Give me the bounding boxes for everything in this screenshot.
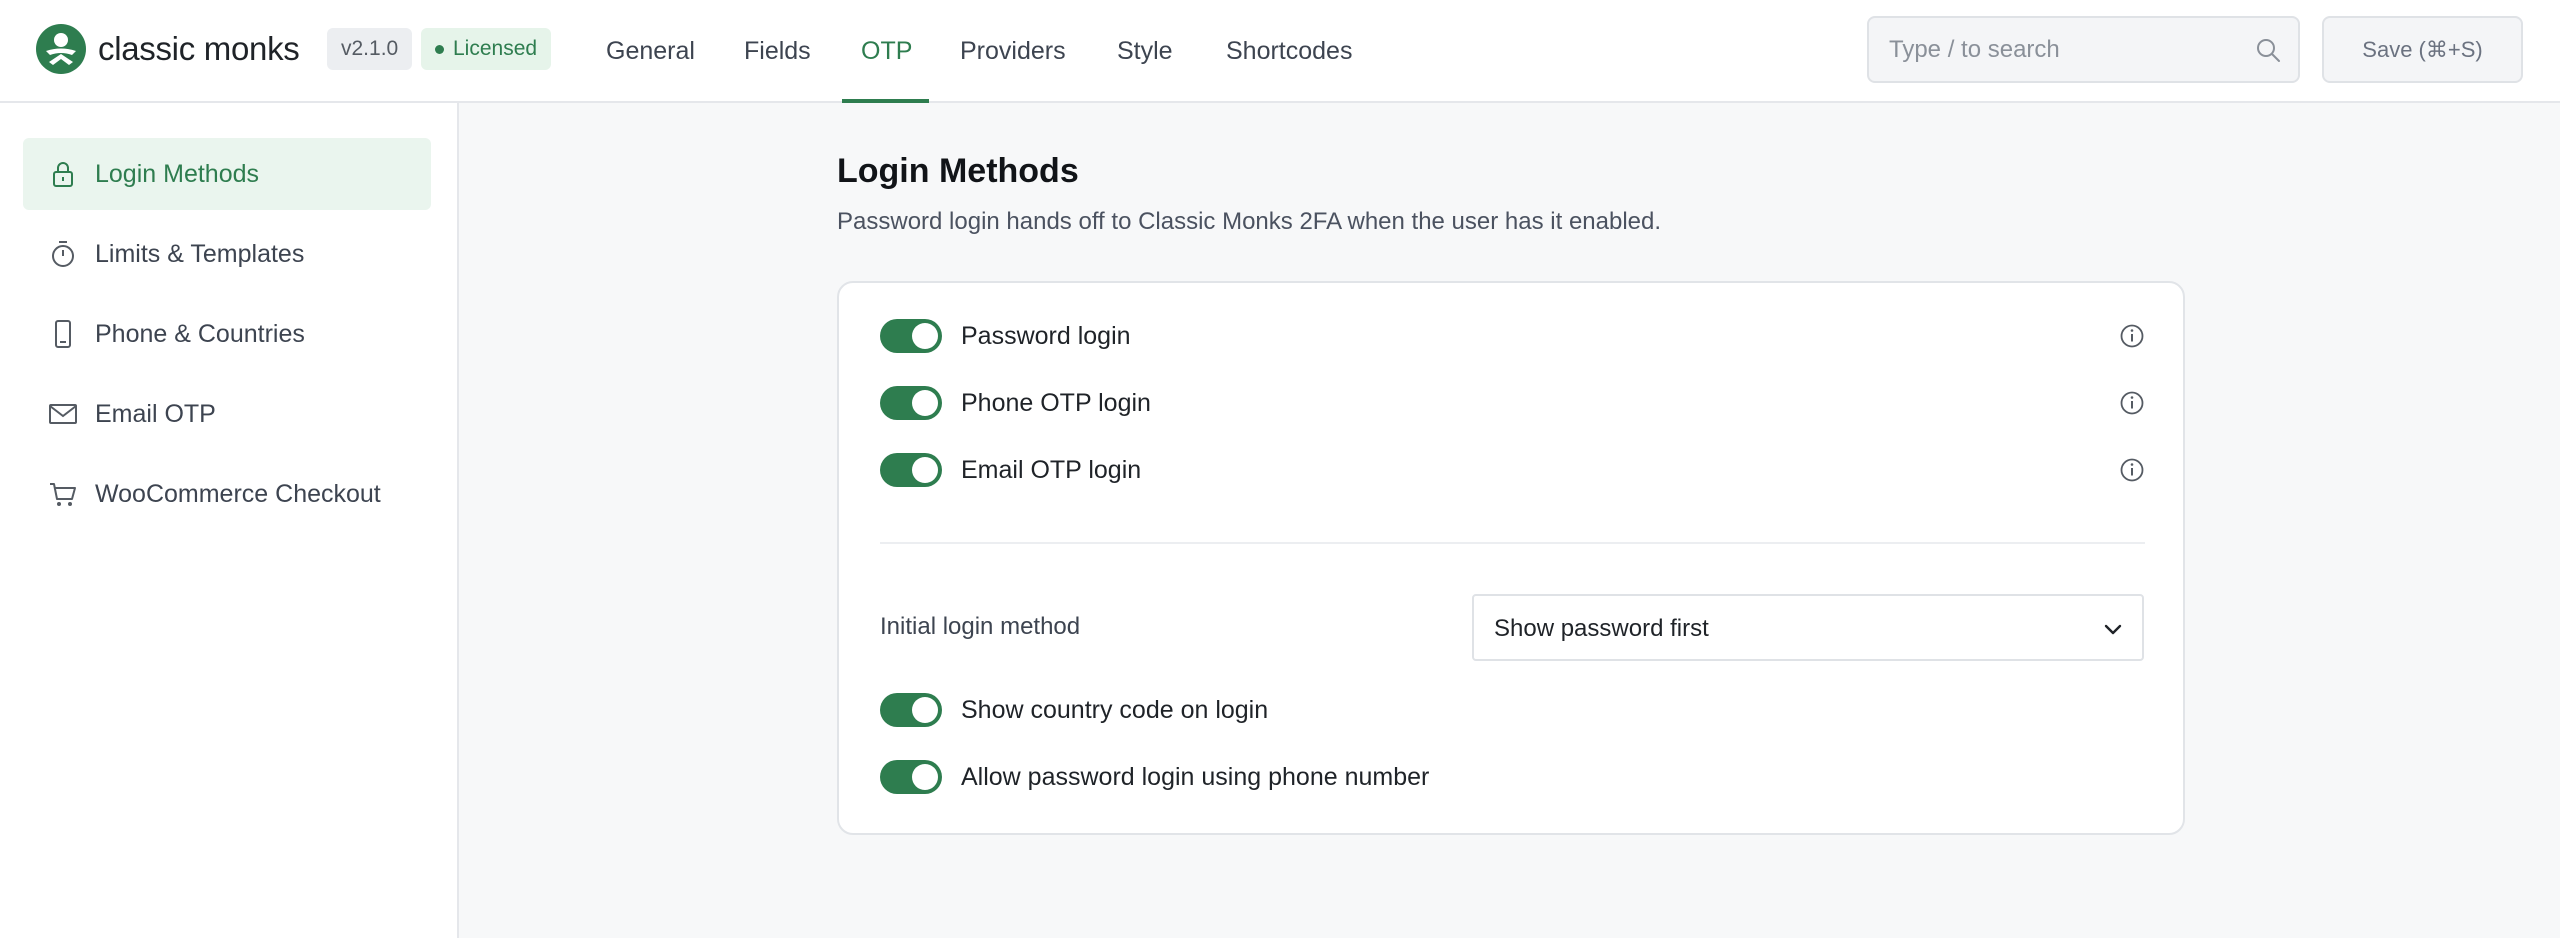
mail-icon [49,404,77,424]
toggle-row-show-country-code: Show country code on login [880,692,1268,728]
sidebar-item-label: WooCommerce Checkout [95,479,381,508]
sidebar-item-label: Email OTP [95,399,216,428]
active-tab-indicator [842,99,929,103]
tab-shortcodes[interactable]: Shortcodes [1226,0,1352,103]
license-badge: Licensed [421,28,552,70]
brand-name: classic monks [98,30,300,67]
search-input[interactable] [1889,18,2249,81]
sidebar: Login Methods Limits & Templates Phone &… [0,103,459,938]
search-box[interactable] [1867,16,2300,83]
sidebar-item-email-otp[interactable]: Email OTP [23,378,431,450]
sidebar-item-label: Login Methods [95,159,260,188]
info-icon[interactable] [2119,323,2145,349]
info-icon[interactable] [2119,390,2145,416]
sidebar-item-limits-templates[interactable]: Limits & Templates [23,218,431,290]
sidebar-item-label: Limits & Templates [95,239,305,268]
tab-otp[interactable]: OTP [861,0,912,103]
show-country-code-toggle[interactable] [880,693,942,727]
login-methods-card: Password login Phone OTP login Email OTP… [837,281,2185,835]
password-login-toggle[interactable] [880,319,942,353]
version-badge: v2.1.0 [327,28,413,70]
section-divider [880,542,2145,544]
sidebar-item-label: Phone & Countries [95,319,305,348]
brand-logo[interactable]: classic monks [36,24,300,74]
toggle-row-phone-otp-login: Phone OTP login [880,385,2145,421]
tab-fields[interactable]: Fields [744,0,811,103]
password-login-phone-toggle[interactable] [880,760,942,794]
toggle-label: Allow password login using phone number [961,762,1430,791]
toggle-label: Email OTP login [961,455,1142,484]
initial-login-method-label: Initial login method [880,613,1081,640]
search-icon[interactable] [2254,36,2282,64]
chevron-down-icon [2104,624,2122,635]
tab-providers[interactable]: Providers [960,0,1066,103]
sidebar-item-login-methods[interactable]: Login Methods [23,138,431,210]
toggle-row-password-login-phone: Allow password login using phone number [880,759,1429,795]
toggle-label: Show country code on login [961,695,1269,724]
tab-general[interactable]: General [606,0,695,103]
lock-icon [53,162,73,187]
email-otp-login-toggle[interactable] [880,453,942,487]
sidebar-item-woocommerce-checkout[interactable]: WooCommerce Checkout [23,458,431,530]
toggle-row-email-otp-login: Email OTP login [880,452,2145,488]
status-dot-icon [435,44,444,54]
sidebar-item-phone-countries[interactable]: Phone & Countries [23,298,431,370]
toggle-row-password-login: Password login [880,318,2145,354]
phone-icon [55,320,71,348]
initial-login-method-select[interactable]: Show password first [1472,594,2144,661]
timer-icon [52,241,74,267]
toggle-label: Password login [961,321,1131,350]
monk-logo-icon [36,24,86,74]
phone-otp-login-toggle[interactable] [880,386,942,420]
top-bar: classic monks v2.1.0 Licensed General Fi… [0,0,2560,103]
info-icon[interactable] [2119,457,2145,483]
tab-style[interactable]: Style [1117,0,1173,103]
page-title: Login Methods [837,152,1079,190]
cart-icon [50,483,76,506]
page-subtitle: Password login hands off to Classic Monk… [837,208,1662,235]
license-status: Licensed [453,37,538,60]
toggle-label: Phone OTP login [961,388,1151,417]
select-value: Show password first [1494,615,1709,642]
save-button[interactable]: Save (⌘+S) [2322,16,2523,83]
